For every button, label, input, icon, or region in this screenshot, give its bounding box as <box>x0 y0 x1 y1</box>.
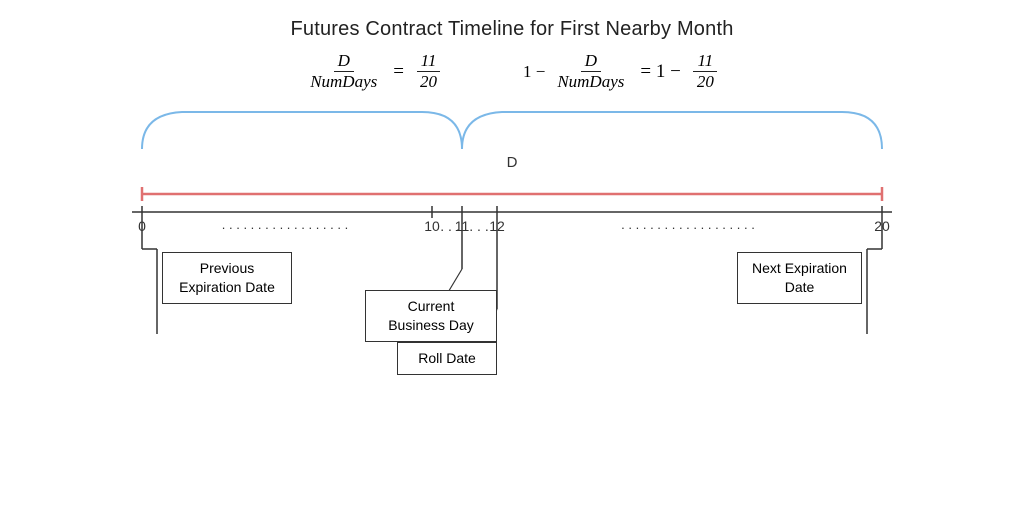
diagram-area: D 0 . . . . . . . . . . . . . . . . . . … <box>102 94 922 409</box>
formulas-row: D NumDays = 11 20 1 − D NumDays = 1 − 11… <box>0 51 1024 92</box>
dots-4: . . . . . . . . . . . . . . . . . . . <box>621 217 755 232</box>
value-right: 11 20 <box>693 51 718 92</box>
current-business-label: CurrentBusiness Day <box>388 298 474 333</box>
value-left: 11 20 <box>416 51 441 92</box>
val-right-num: 11 <box>693 51 717 72</box>
frac-left-num: D <box>334 51 354 72</box>
fraction-right: D NumDays <box>553 51 628 92</box>
formula-left: D NumDays = 11 20 <box>304 51 443 92</box>
roll-date-box: Roll Date <box>397 342 497 375</box>
d-label: D <box>507 154 518 171</box>
dots-3: . . . <box>469 218 488 234</box>
fraction-left: D NumDays <box>306 51 381 92</box>
page-title: Futures Contract Timeline for First Near… <box>290 18 733 41</box>
dots-1: . . . . . . . . . . . . . . . . . . <box>222 217 348 232</box>
left-brace <box>142 112 462 149</box>
label-10: 10 <box>424 218 440 234</box>
val-left-num: 11 <box>417 51 441 72</box>
eq-left: = <box>393 61 404 83</box>
frac-right-den: NumDays <box>553 72 628 92</box>
previous-expiration-label: PreviousExpiration Date <box>179 260 275 295</box>
val-right-den: 20 <box>693 72 718 92</box>
next-expiration-label: Next ExpirationDate <box>752 260 847 295</box>
right-brace <box>462 112 882 149</box>
frac-left-den: NumDays <box>306 72 381 92</box>
main-container: Futures Contract Timeline for First Near… <box>0 0 1024 512</box>
formula-right: 1 − D NumDays = 1 − 11 20 <box>523 51 720 92</box>
eq-right: = 1 − <box>640 61 680 83</box>
right-prefix: 1 − <box>523 62 545 82</box>
current-business-box: CurrentBusiness Day <box>365 290 497 342</box>
roll-date-label: Roll Date <box>418 350 476 366</box>
val-left-den: 20 <box>416 72 441 92</box>
previous-expiration-box: PreviousExpiration Date <box>162 252 292 304</box>
frac-right-num: D <box>581 51 601 72</box>
next-expiration-box: Next ExpirationDate <box>737 252 862 304</box>
diagram-svg: D 0 . . . . . . . . . . . . . . . . . . … <box>102 94 922 404</box>
